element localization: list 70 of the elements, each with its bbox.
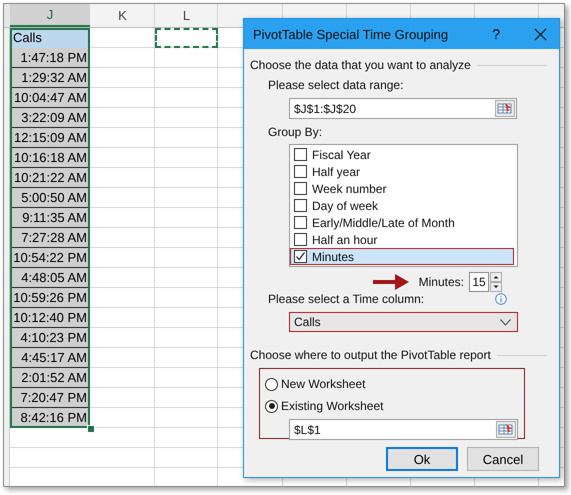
field-label: Please select a Time column:	[268, 292, 424, 306]
radio-button[interactable]	[265, 400, 278, 412]
list-item[interactable]: Week number	[293, 180, 514, 197]
table-cell: 10:04:47 AM	[10, 88, 90, 108]
field-label: Group By:	[268, 125, 324, 139]
field-label: Minutes:	[418, 275, 464, 289]
range-picker-icon[interactable]	[496, 421, 516, 438]
table-cell: 1:29:32 AM	[10, 68, 90, 88]
item-label: Early/Middle/Late of Month	[312, 216, 455, 230]
radio-button[interactable]	[265, 378, 278, 390]
checkbox[interactable]	[294, 148, 307, 161]
minutes-field[interactable]: 15	[469, 272, 489, 292]
location-field[interactable]: $L$1	[289, 419, 518, 440]
checkbox[interactable]	[294, 216, 307, 229]
table-cell: 10:12:40 PM	[10, 308, 90, 328]
list-item[interactable]: Early/Middle/Late of Month	[293, 214, 514, 231]
table-cell: 12:15:09 AM	[10, 128, 90, 148]
column-header[interactable]: J	[10, 4, 90, 27]
list-item[interactable]: Half an hour	[293, 231, 514, 248]
list-item[interactable]: Day of week	[293, 197, 514, 214]
table-cell: 5:00:50 AM	[10, 188, 90, 208]
column-header[interactable]: L	[155, 4, 218, 27]
section-label: Choose the data that you want to analyze	[250, 58, 471, 72]
checkbox[interactable]	[294, 182, 307, 195]
time-column-dropdown[interactable]: Calls	[289, 312, 518, 332]
table-cell: 1:47:18 PM	[10, 48, 90, 68]
radio-label: Existing Worksheet	[281, 399, 384, 413]
item-label: Half year	[312, 164, 360, 178]
arrow-icon	[372, 274, 409, 290]
checkbox[interactable]	[294, 165, 307, 178]
table-cell: 3:22:09 AM	[10, 108, 90, 128]
radio-label: New Worksheet	[281, 377, 366, 391]
range-picker-icon[interactable]	[495, 100, 515, 117]
table-cell: 10:54:22 PM	[10, 248, 90, 268]
table-cell: 10:16:18 AM	[10, 148, 90, 168]
item-label: Minutes	[312, 250, 354, 264]
window-title: PivotTable Special Time Grouping	[253, 26, 450, 42]
dialog-button[interactable]: Ok	[386, 447, 458, 471]
table-cell: 10:21:22 AM	[10, 168, 90, 188]
list-item[interactable]: Minutes	[290, 248, 514, 265]
table-cell: 9:11:35 AM	[10, 208, 90, 228]
info-icon[interactable]	[495, 293, 507, 305]
item-label: Day of week	[312, 198, 378, 212]
help-button[interactable]: ?	[492, 26, 500, 42]
field-value: $L$1	[294, 422, 322, 436]
table-cell: 4:10:23 PM	[10, 328, 90, 348]
field-value: $J$1:$J$20	[294, 102, 358, 116]
range-field[interactable]: $J$1:$J$20	[289, 98, 517, 119]
list-item[interactable]: Half year	[293, 163, 514, 180]
checkbox[interactable]	[294, 199, 307, 212]
table-cell: 4:45:17 AM	[10, 348, 90, 368]
table-cell: 7:27:28 AM	[10, 228, 90, 248]
field-label: Please select data range:	[268, 78, 404, 92]
chevron-down-icon	[500, 318, 511, 326]
table-cell: 4:48:05 AM	[10, 268, 90, 288]
close-icon[interactable]	[534, 28, 547, 40]
item-label: Half an hour	[312, 232, 378, 246]
list-item[interactable]: Fiscal Year	[293, 146, 514, 163]
fill-handle[interactable]	[87, 425, 95, 433]
section-label: Choose where to output the PivotTable report	[250, 348, 491, 362]
table-cell: 2:01:52 AM	[10, 368, 90, 388]
checkbox[interactable]	[294, 233, 307, 246]
dialog-button[interactable]: Cancel	[467, 447, 539, 471]
item-label: Week number	[312, 182, 386, 196]
table-cell: 7:20:47 PM	[10, 388, 90, 408]
column-header[interactable]: K	[90, 4, 155, 27]
table-cell: 10:59:26 PM	[10, 288, 90, 308]
checkbox[interactable]	[294, 250, 307, 263]
spin-buttons[interactable]	[490, 272, 502, 292]
item-label: Fiscal Year	[312, 148, 371, 162]
